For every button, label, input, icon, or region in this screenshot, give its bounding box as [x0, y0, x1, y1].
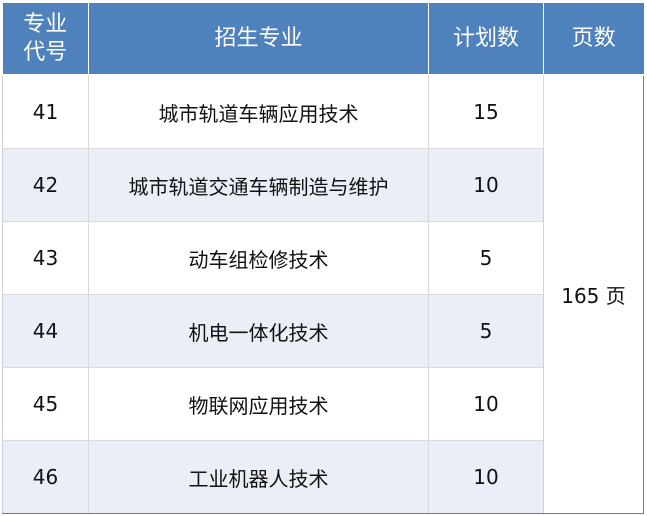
header-major-code: 专业 代号 [2, 3, 89, 76]
row-code: 44 [2, 294, 89, 368]
row-major: 物联网应用技术 [88, 367, 429, 441]
header-major-name: 招生专业 [88, 3, 429, 76]
row-major: 城市轨道交通车辆制造与维护 [88, 148, 429, 222]
header-major-code-line2: 代号 [23, 39, 68, 65]
row-plan: 10 [428, 148, 544, 222]
header-page-count: 页数 [543, 3, 644, 76]
row-plan: 10 [428, 367, 544, 441]
row-code: 41 [2, 74, 89, 149]
row-major: 机电一体化技术 [88, 294, 429, 368]
row-major: 工业机器人技术 [88, 440, 429, 514]
header-major-code-line1: 专业 [23, 11, 68, 37]
row-code: 46 [2, 440, 89, 514]
row-plan: 5 [428, 221, 544, 295]
row-code: 45 [2, 367, 89, 441]
pages-cell: 165 页 [543, 74, 644, 514]
row-plan: 5 [428, 294, 544, 368]
majors-table: 专业 代号 招生专业 计划数 页数 41 城市轨道车辆应用技术 15 165 页… [2, 3, 644, 514]
row-code: 42 [2, 148, 89, 222]
row-major: 城市轨道车辆应用技术 [88, 74, 429, 149]
row-plan: 15 [428, 74, 544, 149]
header-row: 专业 代号 招生专业 计划数 页数 [2, 3, 644, 76]
header-plan-count: 计划数 [428, 3, 544, 76]
table-container: 专业 代号 招生专业 计划数 页数 41 城市轨道车辆应用技术 15 165 页… [2, 3, 644, 514]
row-code: 43 [2, 221, 89, 295]
row-plan: 10 [428, 440, 544, 514]
row-major: 动车组检修技术 [88, 221, 429, 295]
table-row: 41 城市轨道车辆应用技术 15 165 页 [2, 74, 644, 514]
